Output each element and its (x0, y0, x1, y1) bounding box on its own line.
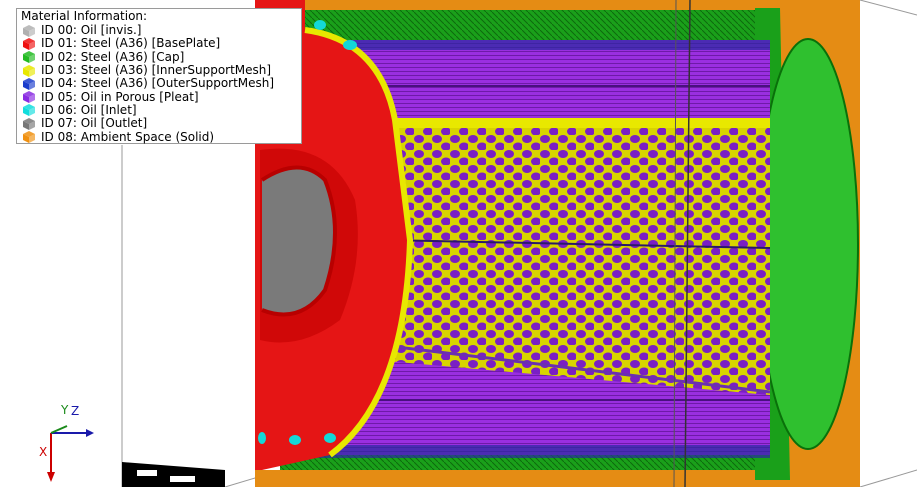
axis-triad-arrows (47, 425, 94, 482)
red-cube-icon (23, 37, 35, 50)
legend-item: ID 02: Steel (A36) [Cap] (21, 49, 301, 64)
yellow-cube-icon (23, 64, 35, 77)
legend-item: ID 08: Ambient Space (Solid) (21, 129, 301, 144)
x-axis-label: X (39, 445, 48, 459)
y-axis-label: Y (61, 403, 69, 417)
gray-cube-icon (23, 24, 35, 37)
legend-title: Material Information: (21, 9, 148, 23)
legend-item: ID 03: Steel (A36) [InnerSupportMesh] (21, 64, 301, 77)
material-legend: Material Information: ID 00: Oil [invis.… (16, 8, 302, 144)
legend-item-label: ID 03: Steel (A36) [InnerSupportMesh] (41, 63, 272, 78)
legend-item-label: ID 06: Oil [Inlet] (41, 102, 137, 117)
legend-item-label: ID 02: Steel (A36) [Cap] (41, 49, 185, 64)
legend-item: ID 06: Oil [Inlet] (21, 102, 301, 117)
legend-item-label: ID 05: Oil in Porous [Pleat] (41, 89, 199, 104)
legend-item: ID 04: Steel (A36) [OuterSupportMesh] (21, 77, 301, 90)
blue-cube-icon (23, 77, 35, 90)
axis-triad: X Y Z (34, 400, 104, 485)
y-axis-arrow (50, 425, 68, 434)
legend-item-label: ID 04: Steel (A36) [OuterSupportMesh] (41, 76, 275, 91)
legend-item-label: ID 01: Steel (A36) [BasePlate] (41, 36, 221, 51)
legend-item: ID 05: Oil in Porous [Pleat] (21, 89, 301, 104)
legend-item: ID 00: Oil [invis.] (21, 24, 301, 37)
cyan-cube-icon (23, 104, 35, 117)
legend-item-label: ID 08: Ambient Space (Solid) (41, 129, 215, 144)
green-cube-icon (23, 51, 35, 64)
purple-cube-icon (23, 91, 35, 104)
legend-item-label: ID 00: Oil [invis.] (41, 23, 142, 38)
legend-item-label: ID 07: Oil [Outlet] (41, 116, 148, 131)
legend-item: ID 01: Steel (A36) [BasePlate] (21, 37, 301, 50)
z-axis-label: Z (71, 404, 80, 418)
orange-cube-icon (23, 131, 35, 144)
dark-gray-cube-icon (23, 117, 35, 130)
legend-item: ID 07: Oil [Outlet] (21, 117, 301, 130)
